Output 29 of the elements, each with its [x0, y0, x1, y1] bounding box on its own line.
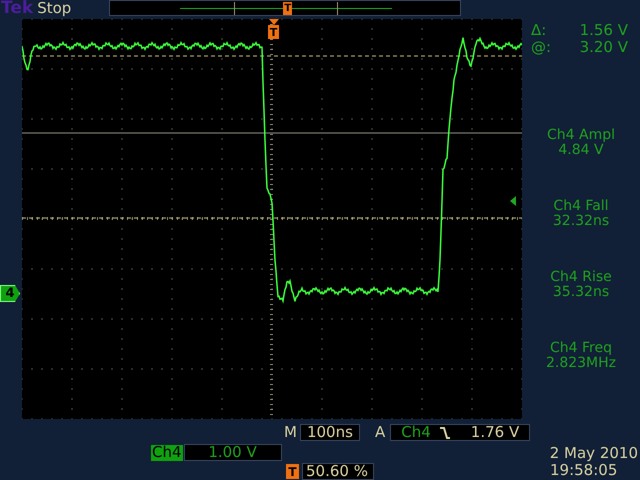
measurement-label: Ch4 Fall [553, 199, 609, 213]
trigger-marker: T [283, 2, 292, 15]
measurement-label: Ch4 Ampl [547, 128, 615, 142]
channel-scale: 1.00 V [184, 444, 282, 461]
channel-label: Ch4 [151, 444, 183, 460]
trigger-level-icon [510, 196, 516, 206]
acquisition-status: Stop [37, 1, 72, 16]
trigger-source: Ch4 [401, 425, 431, 440]
date-text: 2 May 2010 [550, 446, 638, 461]
channel-marker: 4 [0, 285, 20, 302]
timebase-label: M [284, 425, 297, 440]
brand-logo: Tek [1, 0, 34, 17]
trigger-arrow-icon [268, 19, 278, 25]
measurement-value: 4.84 V [558, 143, 604, 157]
measurement-label: Ch4 Rise [550, 270, 612, 284]
trigger-label: A [374, 425, 386, 440]
timebase-value: 100ns [300, 424, 360, 441]
cursor-value: 1.56 V [580, 23, 628, 38]
cursor-label: Δ: [531, 23, 546, 38]
measurement-value: 35.32ns [552, 285, 610, 299]
time-text: 19:58:05 [550, 463, 618, 478]
cursor-label: @: [531, 40, 552, 55]
measurement-label: Ch4 Freq [550, 341, 612, 355]
cursor-value: 3.20 V [580, 40, 628, 55]
measurement-value: 2.823MHz [546, 356, 616, 370]
trigger-level: 1.76 V [470, 425, 520, 440]
trigger-position-marker: T [286, 464, 299, 479]
measurement-value: 32.32ns [552, 214, 610, 228]
trigger-position-value: 50.60 % [302, 463, 374, 480]
